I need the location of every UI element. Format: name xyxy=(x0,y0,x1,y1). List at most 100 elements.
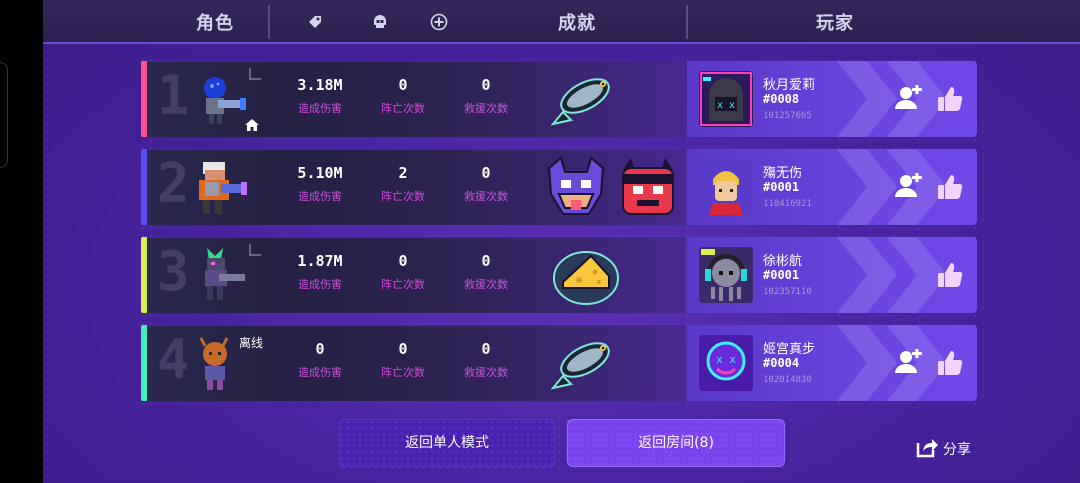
player-name: 姬宫真步 xyxy=(763,342,816,357)
damage-stat: 1.87M 造成伤害 xyxy=(275,252,365,292)
death-value: 2 xyxy=(398,164,408,182)
fish-icon[interactable] xyxy=(551,66,621,134)
character-cell[interactable]: 3 xyxy=(147,237,269,313)
expand-corner-icon xyxy=(249,244,261,256)
header-divider xyxy=(686,5,688,39)
death-value: 0 xyxy=(398,252,408,270)
rescue-stat: 0 救援次数 xyxy=(441,340,531,380)
death-value: 0 xyxy=(398,76,408,94)
avatar[interactable]: x x xyxy=(699,335,753,391)
add-friend-icon[interactable] xyxy=(895,173,923,199)
character-cell[interactable]: 2 xyxy=(147,149,269,225)
death-stat: 2 阵亡次数 xyxy=(358,164,448,204)
rescue-stat: 0 救援次数 xyxy=(441,76,531,116)
thumbs-up-icon[interactable] xyxy=(937,349,963,377)
add-friend-icon[interactable] xyxy=(895,349,923,375)
character-cell[interactable]: 1 xyxy=(147,61,269,137)
damage-label: 造成伤害 xyxy=(298,190,342,203)
damage-value: 0 xyxy=(315,340,325,358)
player-row-3: 3 1.87M 造成伤害 0 阵亡次数 0 救援次数 徐彬航 #0001 102… xyxy=(141,237,977,313)
avatar[interactable] xyxy=(699,159,753,215)
death-label: 阵亡次数 xyxy=(381,102,425,115)
share-icon xyxy=(916,439,938,458)
phone-notch xyxy=(0,62,8,168)
damage-stat: 5.10M 造成伤害 xyxy=(275,164,365,204)
header-divider xyxy=(268,5,270,39)
player-name: 殤无伤 xyxy=(763,166,803,181)
damage-label: 造成伤害 xyxy=(298,102,342,115)
character-sprite-engineer xyxy=(199,162,247,214)
home-icon xyxy=(245,119,259,131)
thumbs-up-icon[interactable] xyxy=(937,85,963,113)
rescue-label: 救援次数 xyxy=(464,278,508,291)
death-label: 阵亡次数 xyxy=(381,366,425,379)
rescue-value: 0 xyxy=(481,76,491,94)
avatar[interactable]: x x xyxy=(699,71,753,127)
death-label: 阵亡次数 xyxy=(381,190,425,203)
return-single-mode-button[interactable]: 返回单人模式 xyxy=(339,419,555,467)
share-button[interactable]: 分享 xyxy=(915,434,975,460)
add-friend-icon[interactable] xyxy=(895,85,923,111)
player-cell: 徐彬航 #0001 102357110 xyxy=(687,237,977,313)
svg-text:x x: x x xyxy=(717,100,735,111)
heal-plus-icon xyxy=(430,13,448,31)
header-player: 玩家 xyxy=(816,13,854,34)
offline-tag: 离线 xyxy=(238,336,263,350)
fish-icon[interactable] xyxy=(551,330,621,398)
rescue-label: 救援次数 xyxy=(464,366,508,379)
player-cell: x x 秋月爱莉 #0008 101257665 xyxy=(687,61,977,137)
results-screen: 角色 成就 玩家 1 3.18M 造成伤害 0 阵亡次数 0 救援次数 x x … xyxy=(43,0,1080,483)
rescue-label: 救援次数 xyxy=(464,190,508,203)
avatar[interactable] xyxy=(699,247,753,303)
expand-corner-icon xyxy=(249,68,261,80)
stats-cell: 0 造成伤害 0 阵亡次数 0 救援次数 xyxy=(269,325,685,401)
stats-cell: 5.10M 造成伤害 2 阵亡次数 0 救援次数 xyxy=(269,149,685,225)
player-tag: #0008 xyxy=(763,92,800,106)
svg-text:x x: x x xyxy=(716,353,736,366)
rescue-stat: 0 救援次数 xyxy=(441,164,531,204)
player-name: 徐彬航 xyxy=(763,254,803,269)
wolf-icon[interactable] xyxy=(541,154,611,222)
stats-cell: 3.18M 造成伤害 0 阵亡次数 0 救援次数 xyxy=(269,61,685,137)
return-room-button[interactable]: 返回房间(8) xyxy=(567,419,785,467)
character-cell[interactable]: 4 离线 xyxy=(147,325,269,401)
damage-value: 3.18M xyxy=(297,76,343,94)
player-name: 秋月爱莉 xyxy=(763,78,816,93)
character-sprite-blue-helmet xyxy=(204,77,246,124)
stats-cell: 1.87M 造成伤害 0 阵亡次数 0 救援次数 xyxy=(269,237,685,313)
death-stat: 0 阵亡次数 xyxy=(358,252,448,292)
damage-label: 造成伤害 xyxy=(298,366,342,379)
player-row-1: 1 3.18M 造成伤害 0 阵亡次数 0 救援次数 x x 秋月爱莉 #000… xyxy=(141,61,977,137)
rescue-stat: 0 救援次数 xyxy=(441,252,531,292)
header-character: 角色 xyxy=(196,13,234,34)
damage-value: 5.10M xyxy=(297,164,343,182)
player-cell: x x 姬宫真步 #0004 102014830 xyxy=(687,325,977,401)
thumbs-up-icon[interactable] xyxy=(937,261,963,289)
rescue-value: 0 xyxy=(481,252,491,270)
rescue-value: 0 xyxy=(481,164,491,182)
rescue-label: 救援次数 xyxy=(464,102,508,115)
table-header: 角色 成就 玩家 xyxy=(43,0,1080,44)
player-row-2: 2 5.10M 造成伤害 2 阵亡次数 0 救援次数 殤无伤 #0001 110… xyxy=(141,149,977,225)
rescue-value: 0 xyxy=(481,340,491,358)
thumbs-up-icon[interactable] xyxy=(937,173,963,201)
player-row-4: 4 离线 0 造成伤害 0 阵亡次数 0 救援次数 x x 姬宫真步 #0004… xyxy=(141,325,977,401)
header-achievement: 成就 xyxy=(558,13,596,34)
player-tag: #0001 xyxy=(763,180,800,194)
devil-icon[interactable] xyxy=(613,154,683,222)
character-sprite-green-armored xyxy=(205,248,245,300)
damage-value: 1.87M xyxy=(297,252,343,270)
damage-stat: 3.18M 造成伤害 xyxy=(275,76,365,116)
player-id: 102357110 xyxy=(763,287,812,297)
player-tag: #0004 xyxy=(763,356,800,370)
screen: 角色 成就 玩家 1 3.18M 造成伤害 0 阵亡次数 0 救援次数 x x … xyxy=(0,0,1080,483)
death-label: 阵亡次数 xyxy=(381,278,425,291)
damage-label: 造成伤害 xyxy=(298,278,342,291)
damage-stat: 0 造成伤害 xyxy=(275,340,365,380)
cheese-icon[interactable] xyxy=(551,242,621,310)
skull-icon xyxy=(374,15,386,28)
tag-icon xyxy=(309,16,321,28)
player-id: 102014830 xyxy=(763,375,812,385)
death-value: 0 xyxy=(398,340,408,358)
player-id: 110416921 xyxy=(763,199,812,209)
